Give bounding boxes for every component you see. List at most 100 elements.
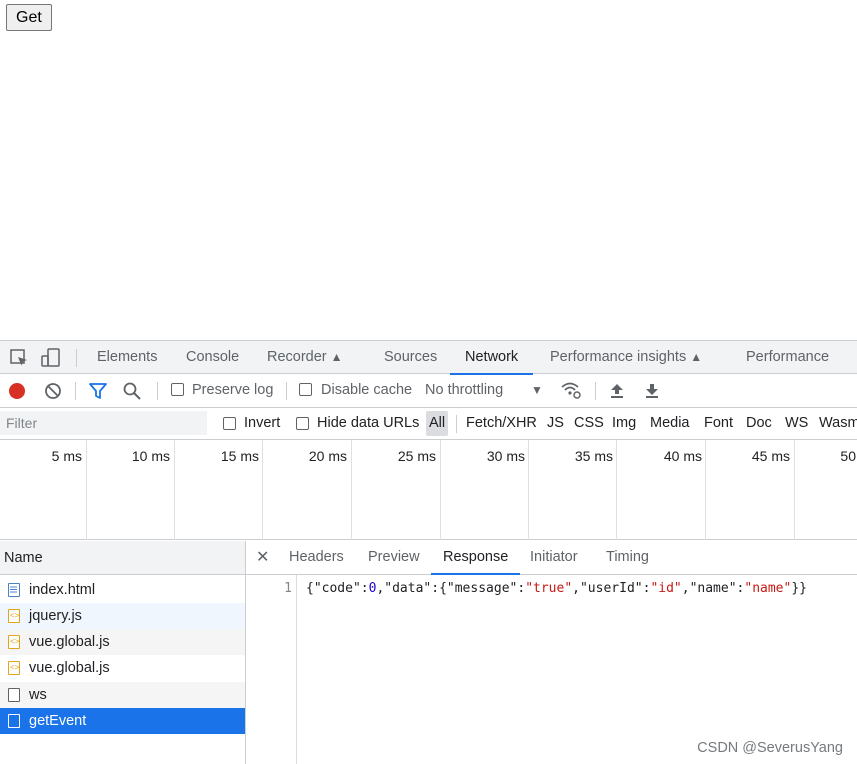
response-token: "message" (446, 581, 518, 596)
request-name: ws (29, 687, 47, 703)
request-row[interactable]: <> vue.global.js (0, 655, 245, 681)
request-name: jquery.js (29, 608, 82, 624)
network-conditions-icon[interactable] (560, 380, 582, 405)
timeline-tick-label: 15 ms (220, 448, 259, 464)
filter-type-all[interactable]: All (426, 411, 449, 436)
timeline-gridline (440, 440, 441, 540)
document-icon (8, 583, 20, 597)
filter-type-media[interactable]: Media (650, 408, 690, 439)
name-column-header[interactable]: Name (0, 541, 245, 575)
experiment-flask-icon: ▲ (330, 350, 343, 364)
response-token: "true" (525, 581, 573, 596)
tab-initiator[interactable]: Initiator (530, 541, 578, 574)
response-token: , (572, 581, 580, 596)
clear-icon[interactable] (44, 382, 62, 405)
tab-response[interactable]: Response (430, 541, 521, 575)
toolbar-separator (157, 382, 158, 400)
filter-type-img[interactable]: Img (612, 408, 636, 439)
export-har-icon[interactable] (643, 382, 661, 405)
toolbar-separator (595, 382, 596, 400)
response-token: :{ (431, 581, 447, 596)
inspect-element-icon[interactable] (9, 348, 29, 368)
tabbar-separator (76, 349, 77, 367)
timeline-tick-label: 20 ms (308, 448, 347, 464)
search-icon[interactable] (123, 382, 141, 405)
chevron-down-icon[interactable]: ▼ (531, 374, 543, 407)
request-row[interactable]: <> vue.global.js (0, 629, 245, 655)
tab-elements[interactable]: Elements (97, 341, 157, 374)
experiment-flask-icon: ▲ (690, 350, 703, 364)
disable-cache-checkbox[interactable] (299, 383, 312, 396)
tab-recorder-label: Recorder (267, 349, 327, 365)
filter-type-doc[interactable]: Doc (746, 408, 772, 439)
timeline-tick-label: 10 ms (131, 448, 170, 464)
tab-timing[interactable]: Timing (606, 541, 649, 574)
tab-network[interactable]: Network (449, 341, 534, 375)
response-token: , (681, 581, 690, 596)
timeline-gridline (705, 440, 706, 540)
invert-checkbox[interactable] (223, 417, 236, 430)
timeline-gridline (351, 440, 352, 540)
tab-performance[interactable]: Performance (746, 341, 829, 374)
filter-separator (456, 415, 457, 433)
tab-performance-insights[interactable]: Performance insights ▲ (550, 341, 702, 374)
filter-type-fetch-xhr[interactable]: Fetch/XHR (466, 408, 537, 439)
tab-performance-insights-label: Performance insights (550, 349, 687, 365)
request-list: Name index.html <> jquery.js <> vue.glob… (0, 541, 246, 764)
filter-type-font[interactable]: Font (704, 408, 733, 439)
invert-label: Invert (244, 415, 281, 431)
timeline-overview[interactable]: 5 ms 10 ms 15 ms 20 ms 25 ms 30 ms 35 ms… (0, 440, 857, 540)
line-number-gutter: 1 (246, 575, 297, 764)
request-row[interactable]: index.html (0, 577, 245, 603)
tab-headers[interactable]: Headers (289, 541, 344, 574)
filter-icon[interactable] (89, 382, 107, 405)
throttling-select[interactable]: No throttling (425, 374, 503, 407)
request-name: index.html (29, 582, 96, 598)
timeline-tick-label: 40 ms (663, 448, 702, 464)
timeline-gridline (616, 440, 617, 540)
get-button[interactable]: Get (6, 4, 52, 31)
import-har-icon[interactable] (608, 382, 626, 405)
filter-type-wasm[interactable]: Wasm (819, 408, 857, 439)
timeline-gridline (794, 440, 795, 540)
request-row[interactable]: <> jquery.js (0, 603, 245, 629)
tab-recorder[interactable]: Recorder ▲ (267, 341, 343, 374)
request-row[interactable]: ws (0, 682, 245, 708)
response-token: : (360, 581, 369, 596)
response-token: "name" (744, 581, 792, 596)
tab-console[interactable]: Console (186, 341, 239, 374)
filter-type-ws[interactable]: WS (785, 408, 808, 439)
devtools-panel: Elements Console Recorder ▲ Sources Netwo… (0, 340, 857, 764)
filter-type-css[interactable]: CSS (574, 408, 604, 439)
timeline-gridline (262, 440, 263, 540)
filter-type-js[interactable]: JS (547, 408, 564, 439)
timeline-gridline (528, 440, 529, 540)
script-icon: <> (8, 609, 20, 623)
network-lower-pane: Name index.html <> jquery.js <> vue.glob… (0, 541, 857, 764)
script-glyph: <> (10, 663, 20, 672)
device-toolbar-icon[interactable] (41, 348, 61, 368)
response-token: }} (791, 581, 807, 596)
script-icon: <> (8, 635, 20, 649)
request-name: getEvent (29, 713, 87, 729)
response-body[interactable]: {"code":0,"data":{"message":"true","user… (306, 581, 807, 596)
close-icon[interactable]: ✕ (256, 541, 269, 574)
response-token: "id" (650, 581, 682, 596)
record-icon[interactable] (8, 382, 26, 405)
toolbar-separator (286, 382, 287, 400)
timeline-tick-label: 45 ms (751, 448, 790, 464)
request-detail: ✕ Headers Preview Response Initiator Tim… (246, 541, 857, 764)
preserve-log-checkbox[interactable] (171, 383, 184, 396)
tab-sources[interactable]: Sources (384, 341, 437, 374)
tab-preview[interactable]: Preview (368, 541, 420, 574)
response-token: "data" (384, 581, 432, 596)
hide-data-urls-label: Hide data URLs (317, 415, 420, 431)
response-token: "userId" (579, 581, 643, 596)
timeline-tick-label: 30 ms (486, 448, 525, 464)
request-name: vue.global.js (29, 660, 110, 676)
hide-data-urls-checkbox[interactable] (296, 417, 309, 430)
filter-input[interactable] (0, 411, 207, 435)
devtools-tabbar: Elements Console Recorder ▲ Sources Netwo… (0, 340, 857, 375)
line-number: 1 (284, 581, 292, 596)
request-row-selected[interactable]: getEvent (0, 708, 245, 734)
